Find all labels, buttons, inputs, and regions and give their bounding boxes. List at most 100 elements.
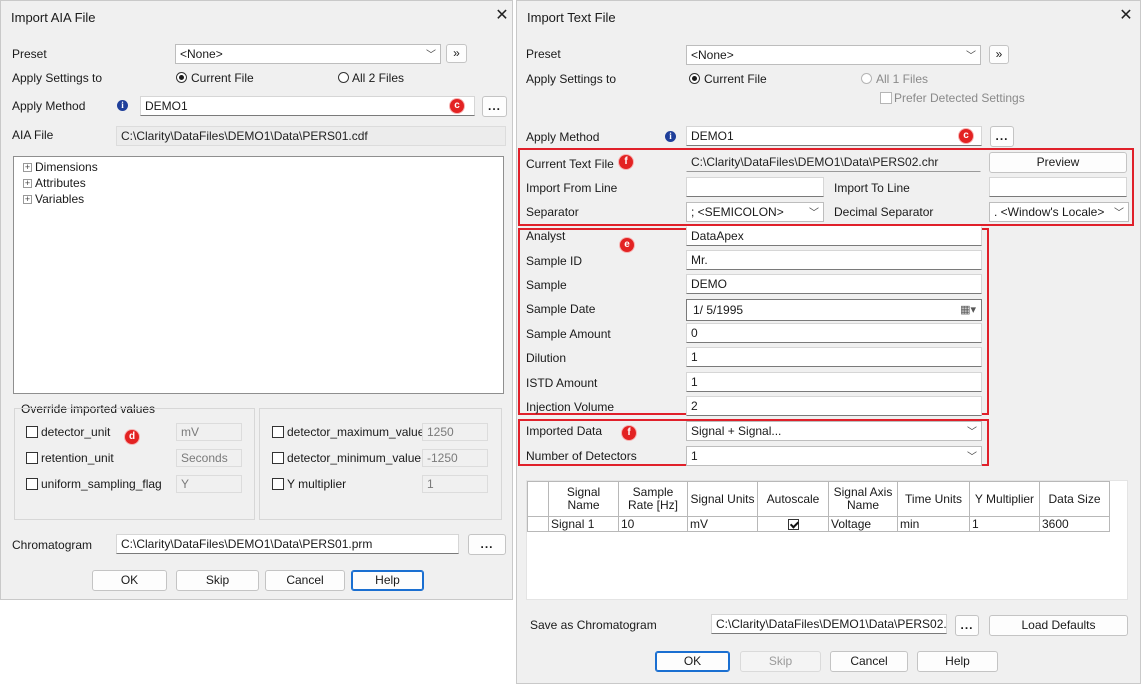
imported-data-combo[interactable]: Signal + Signal... ﹀ [686, 421, 982, 441]
browse-label: ... [487, 99, 501, 113]
apply-method-field[interactable]: DEMO1 [686, 126, 982, 146]
help-button[interactable]: Help [917, 651, 998, 672]
radio-current-file-label: Current File [191, 71, 254, 85]
cancel-button[interactable]: Cancel [265, 570, 345, 591]
radio-current-file[interactable] [176, 72, 187, 83]
injection-volume-field[interactable]: 2 [686, 396, 982, 416]
ok-button[interactable]: OK [92, 570, 167, 591]
col-header[interactable]: Data Size [1039, 481, 1110, 517]
row-header-corner [527, 481, 549, 517]
col-header[interactable]: Signal Units [687, 481, 758, 517]
expand-icon[interactable]: + [23, 195, 32, 205]
table-cell[interactable]: 3600 [1039, 516, 1110, 532]
preset-more-button[interactable]: » [989, 45, 1009, 64]
analyst-field[interactable]: DataApex [686, 226, 982, 246]
expand-icon[interactable]: + [23, 179, 32, 189]
col-header[interactable]: Autoscale [757, 481, 829, 517]
detector-unit-checkbox[interactable] [26, 426, 38, 438]
table-cell[interactable]: Voltage [828, 516, 898, 532]
calendar-icon[interactable]: ▦▾ [960, 303, 976, 316]
y-multiplier-label: Y multiplier [287, 477, 347, 491]
preset-combo[interactable]: <None> ﹀ [175, 44, 441, 64]
tree-node-attributes[interactable]: + Attributes [23, 176, 86, 190]
tree-node-dimensions[interactable]: + Dimensions [23, 160, 98, 174]
dialog-title: Import AIA File [11, 10, 96, 25]
table-row[interactable]: Signal 1 10 mV Voltage min 1 3600 [527, 516, 1110, 532]
save-as-chromatogram-field[interactable]: C:\Clarity\DataFiles\DEMO1\Data\PERS02.p… [711, 614, 947, 634]
chromatogram-field[interactable]: C:\Clarity\DataFiles\DEMO1\Data\PERS01.p… [116, 534, 459, 554]
table-cell[interactable]: 1 [969, 516, 1040, 532]
decimal-separator-combo[interactable]: . <Window's Locale> ﹀ [989, 202, 1129, 222]
detector-min-field: -1250 [422, 449, 488, 467]
detector-min-checkbox[interactable] [272, 452, 284, 464]
callout-f-badge: f [619, 155, 633, 169]
number-of-detectors-combo[interactable]: 1 ﹀ [686, 446, 982, 466]
save-as-browse-button[interactable]: ... [955, 615, 979, 636]
aia-tree-view[interactable]: + Dimensions + Attributes + Variables [13, 156, 504, 394]
sample-amount-field[interactable]: 0 [686, 323, 982, 343]
col-header[interactable]: Y Multiplier [969, 481, 1040, 517]
uniform-sampling-checkbox[interactable] [26, 478, 38, 490]
dilution-field[interactable]: 1 [686, 347, 982, 367]
sample-field[interactable]: DEMO [686, 274, 982, 294]
tree-node-variables[interactable]: + Variables [23, 192, 84, 206]
preset-more-button[interactable]: » [446, 44, 467, 63]
dialog-title: Import Text File [527, 10, 616, 25]
col-header[interactable]: Sample Rate [Hz] [618, 481, 688, 517]
import-from-line-field[interactable] [686, 177, 824, 197]
table-cell[interactable]: Signal 1 [548, 516, 619, 532]
table-cell[interactable]: min [897, 516, 970, 532]
apply-method-field[interactable]: DEMO1 [140, 96, 475, 116]
detector-max-label: detector_maximum_value [287, 425, 425, 439]
ok-button[interactable]: OK [655, 651, 730, 672]
close-icon[interactable]: ✕ [1117, 7, 1135, 25]
prefer-detected-label: Prefer Detected Settings [894, 91, 1025, 105]
separator-combo[interactable]: ; <SEMICOLON> ﹀ [686, 202, 824, 222]
table-cell[interactable]: mV [687, 516, 758, 532]
istd-amount-field[interactable]: 1 [686, 372, 982, 392]
preset-combo[interactable]: <None> ﹀ [686, 45, 981, 65]
skip-button[interactable]: Skip [176, 570, 259, 591]
detector-unit-field: mV [176, 423, 242, 441]
callout-e-badge: e [620, 238, 634, 252]
autoscale-checkbox[interactable] [787, 519, 799, 531]
radio-current-file[interactable] [689, 73, 700, 84]
radio-all-files[interactable] [338, 72, 349, 83]
chevron-down-icon: ﹀ [426, 50, 436, 61]
close-icon[interactable]: ✕ [493, 7, 511, 25]
apply-method-browse-button[interactable]: ... [990, 126, 1014, 147]
retention-unit-checkbox[interactable] [26, 452, 38, 464]
import-to-line-field[interactable] [989, 177, 1127, 197]
chromatogram-browse-button[interactable]: ... [468, 534, 506, 555]
injection-volume-label: Injection Volume [526, 400, 615, 414]
signals-grid[interactable]: Signal Name Sample Rate [Hz] Signal Unit… [526, 480, 1128, 600]
col-header[interactable]: Time Units [897, 481, 970, 517]
number-of-detectors-value: 1 [691, 449, 698, 463]
sample-date-label: Sample Date [526, 302, 596, 316]
info-icon: i [665, 131, 676, 142]
analyst-label: Analyst [526, 229, 566, 243]
col-header[interactable]: Signal Axis Name [828, 481, 898, 517]
radio-all-files-label: All 1 Files [876, 72, 929, 86]
y-multiplier-checkbox[interactable] [272, 478, 284, 490]
col-header[interactable]: Signal Name [548, 481, 619, 517]
expand-icon[interactable]: + [23, 163, 32, 173]
load-defaults-button[interactable]: Load Defaults [989, 615, 1128, 636]
sample-id-field[interactable]: Mr. [686, 250, 982, 270]
tree-node-label: Variables [35, 192, 85, 206]
cancel-button[interactable]: Cancel [830, 651, 908, 672]
apply-settings-label: Apply Settings to [526, 72, 617, 86]
sample-date-value: 1/ 5/1995 [693, 303, 744, 317]
apply-method-browse-button[interactable]: ... [482, 96, 507, 117]
detector-unit-label: detector_unit [41, 425, 111, 439]
help-button[interactable]: Help [351, 570, 424, 591]
row-header[interactable] [527, 516, 549, 532]
preset-value: <None> [180, 47, 223, 61]
sample-date-field[interactable]: 1/ 5/1995 ▦▾ [686, 299, 982, 321]
table-cell[interactable]: 10 [618, 516, 688, 532]
chromatogram-label: Chromatogram [12, 538, 93, 552]
preview-button[interactable]: Preview [989, 152, 1127, 173]
retention-unit-field: Seconds [176, 449, 242, 467]
detector-max-checkbox[interactable] [272, 426, 284, 438]
autoscale-cell[interactable] [757, 516, 829, 532]
